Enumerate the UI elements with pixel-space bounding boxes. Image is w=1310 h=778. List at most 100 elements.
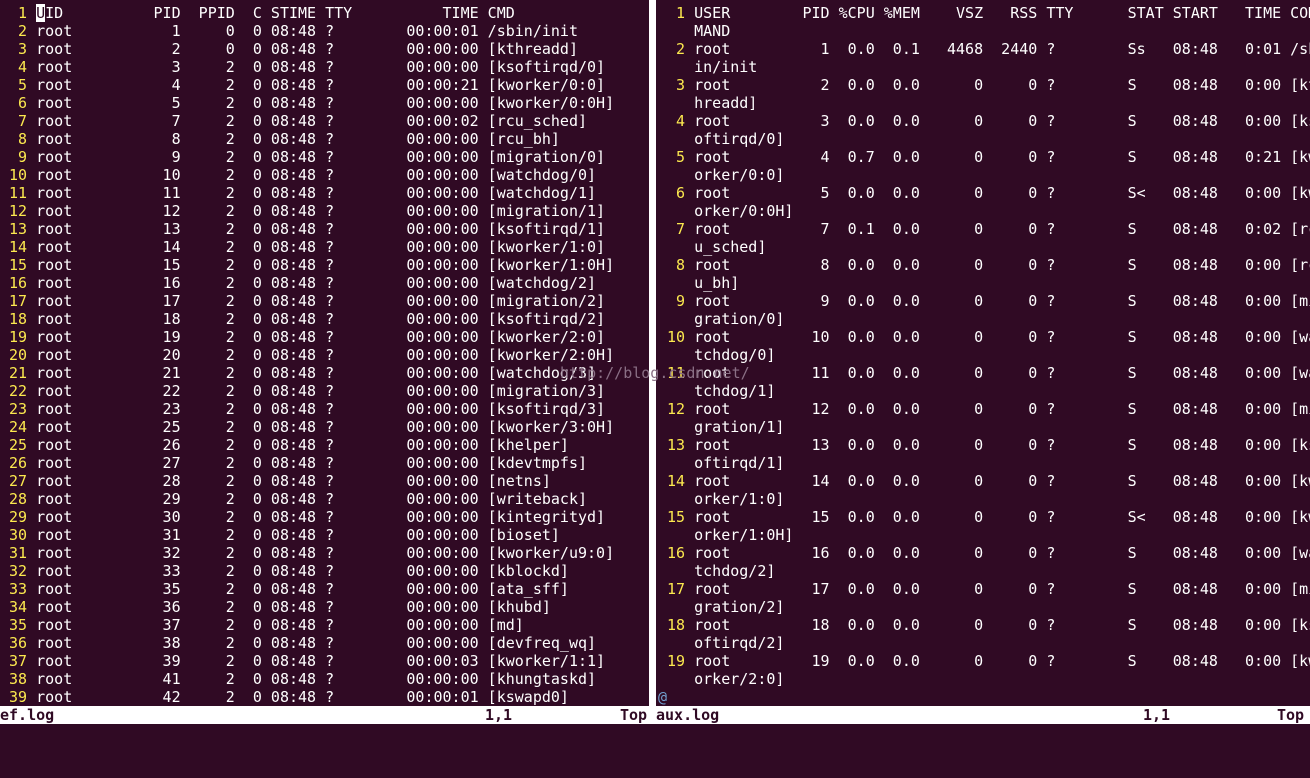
left-line[interactable]: 24 root 25 2 0 08:48 ? 00:00:00 [kworker… bbox=[0, 418, 648, 436]
left-line[interactable]: 35 root 37 2 0 08:48 ? 00:00:00 [md] bbox=[0, 616, 648, 634]
left-line[interactable]: 23 root 23 2 0 08:48 ? 00:00:00 [ksoftir… bbox=[0, 400, 648, 418]
right-filename: aux.log bbox=[656, 706, 720, 724]
left-line[interactable]: 30 root 31 2 0 08:48 ? 00:00:00 [bioset] bbox=[0, 526, 648, 544]
left-line[interactable]: 28 root 29 2 0 08:48 ? 00:00:00 [writeba… bbox=[0, 490, 648, 508]
left-line[interactable]: 25 root 26 2 0 08:48 ? 00:00:00 [khelper… bbox=[0, 436, 648, 454]
left-line[interactable]: 33 root 35 2 0 08:48 ? 00:00:00 [ata_sff… bbox=[0, 580, 648, 598]
right-line[interactable]: 9 root 9 0.0 0.0 0 0 ? S 08:48 0:00 [mi bbox=[658, 292, 1310, 310]
left-line-number: 35 bbox=[0, 616, 28, 634]
right-line[interactable]: 7 root 7 0.1 0.0 0 0 ? S 08:48 0:02 [rc bbox=[658, 220, 1310, 238]
right-line-text: orker/1:0H] bbox=[694, 526, 794, 544]
left-line[interactable]: 9 root 9 2 0 08:48 ? 00:00:00 [migration… bbox=[0, 148, 648, 166]
left-line[interactable]: 5 root 4 2 0 08:48 ? 00:00:21 [kworker/0… bbox=[0, 76, 648, 94]
right-line[interactable]: 6 root 5 0.0 0.0 0 0 ? S< 08:48 0:00 [kw bbox=[658, 184, 1310, 202]
left-line[interactable]: 31 root 32 2 0 08:48 ? 00:00:00 [kworker… bbox=[0, 544, 648, 562]
right-line[interactable]: tchdog/0] bbox=[658, 346, 1310, 364]
left-line[interactable]: 32 root 33 2 0 08:48 ? 00:00:00 [kblockd… bbox=[0, 562, 648, 580]
right-line[interactable]: orker/1:0H] bbox=[658, 526, 1310, 544]
left-line-number: 13 bbox=[0, 220, 28, 238]
left-line[interactable]: 1 UID PID PPID C STIME TTY TIME CMD bbox=[0, 4, 648, 22]
left-line[interactable]: 34 root 36 2 0 08:48 ? 00:00:00 [khubd] bbox=[0, 598, 648, 616]
left-line-number: 14 bbox=[0, 238, 28, 256]
left-line[interactable]: 17 root 17 2 0 08:48 ? 00:00:00 [migrati… bbox=[0, 292, 648, 310]
right-line[interactable]: gration/0] bbox=[658, 310, 1310, 328]
left-line[interactable]: 20 root 20 2 0 08:48 ? 00:00:00 [kworker… bbox=[0, 346, 648, 364]
right-line[interactable]: tchdog/2] bbox=[658, 562, 1310, 580]
left-line[interactable]: 10 root 10 2 0 08:48 ? 00:00:00 [watchdo… bbox=[0, 166, 648, 184]
right-line[interactable]: 11 root 11 0.0 0.0 0 0 ? S 08:48 0:00 [w… bbox=[658, 364, 1310, 382]
left-line[interactable]: 16 root 16 2 0 08:48 ? 00:00:00 [watchdo… bbox=[0, 274, 648, 292]
left-line[interactable]: 4 root 3 2 0 08:48 ? 00:00:00 [ksoftirqd… bbox=[0, 58, 648, 76]
right-line[interactable]: 17 root 17 0.0 0.0 0 0 ? S 08:48 0:00 [m… bbox=[658, 580, 1310, 598]
right-editor-pane[interactable]: 1 USER PID %CPU %MEM VSZ RSS TTY STAT ST… bbox=[658, 4, 1310, 706]
left-editor-pane[interactable]: 1 UID PID PPID C STIME TTY TIME CMD 2 ro… bbox=[0, 4, 648, 706]
right-line[interactable]: hreadd] bbox=[658, 94, 1310, 112]
right-line[interactable]: u_bh] bbox=[658, 274, 1310, 292]
left-line-number: 3 bbox=[0, 40, 28, 58]
right-line[interactable]: oftirqd/2] bbox=[658, 634, 1310, 652]
left-line[interactable]: 13 root 13 2 0 08:48 ? 00:00:00 [ksoftir… bbox=[0, 220, 648, 238]
left-line[interactable]: 2 root 1 0 0 08:48 ? 00:00:01 /sbin/init bbox=[0, 22, 648, 40]
right-line[interactable]: 8 root 8 0.0 0.0 0 0 ? S 08:48 0:00 [rc bbox=[658, 256, 1310, 274]
right-line[interactable]: in/init bbox=[658, 58, 1310, 76]
left-line[interactable]: 26 root 27 2 0 08:48 ? 00:00:00 [kdevtmp… bbox=[0, 454, 648, 472]
right-line[interactable]: oftirqd/0] bbox=[658, 130, 1310, 148]
right-line[interactable]: 14 root 14 0.0 0.0 0 0 ? S 08:48 0:00 [k… bbox=[658, 472, 1310, 490]
left-line[interactable]: 36 root 38 2 0 08:48 ? 00:00:00 [devfreq… bbox=[0, 634, 648, 652]
right-line[interactable]: 3 root 2 0.0 0.0 0 0 ? S 08:48 0:00 [kt bbox=[658, 76, 1310, 94]
left-line[interactable]: 14 root 14 2 0 08:48 ? 00:00:00 [kworker… bbox=[0, 238, 648, 256]
left-line[interactable]: 11 root 11 2 0 08:48 ? 00:00:00 [watchdo… bbox=[0, 184, 648, 202]
left-line-number: 27 bbox=[0, 472, 28, 490]
right-line[interactable]: orker/0:0] bbox=[658, 166, 1310, 184]
left-line[interactable]: 27 root 28 2 0 08:48 ? 00:00:00 [netns] bbox=[0, 472, 648, 490]
right-line-number: 3 bbox=[658, 76, 686, 94]
right-line[interactable]: gration/1] bbox=[658, 418, 1310, 436]
right-line[interactable]: 1 USER PID %CPU %MEM VSZ RSS TTY STAT ST… bbox=[658, 4, 1310, 22]
left-line[interactable]: 39 root 42 2 0 08:48 ? 00:00:01 [kswapd0… bbox=[0, 688, 648, 706]
left-line-number: 6 bbox=[0, 94, 28, 112]
right-line[interactable]: oftirqd/1] bbox=[658, 454, 1310, 472]
right-line[interactable]: orker/1:0] bbox=[658, 490, 1310, 508]
left-line[interactable]: 38 root 41 2 0 08:48 ? 00:00:00 [khungta… bbox=[0, 670, 648, 688]
right-line[interactable]: 15 root 15 0.0 0.0 0 0 ? S< 08:48 0:00 [… bbox=[658, 508, 1310, 526]
left-line[interactable]: 21 root 21 2 0 08:48 ? 00:00:00 [watchdo… bbox=[0, 364, 648, 382]
right-line-text: gration/2] bbox=[694, 598, 785, 616]
right-line-number: 8 bbox=[658, 256, 686, 274]
right-line[interactable]: orker/2:0] bbox=[658, 670, 1310, 688]
right-line-text: root 17 0.0 0.0 0 0 ? S 08:48 0:00 [mi bbox=[694, 580, 1310, 598]
right-line-text: root 15 0.0 0.0 0 0 ? S< 08:48 0:00 [kw bbox=[694, 508, 1310, 526]
right-line-number: 17 bbox=[658, 580, 686, 598]
left-line[interactable]: 7 root 7 2 0 08:48 ? 00:00:02 [rcu_sched… bbox=[0, 112, 648, 130]
right-line[interactable]: MAND bbox=[658, 22, 1310, 40]
left-line[interactable]: 18 root 18 2 0 08:48 ? 00:00:00 [ksoftir… bbox=[0, 310, 648, 328]
left-line-number: 21 bbox=[0, 364, 28, 382]
right-line[interactable]: 12 root 12 0.0 0.0 0 0 ? S 08:48 0:00 [m… bbox=[658, 400, 1310, 418]
right-line[interactable]: 16 root 16 0.0 0.0 0 0 ? S 08:48 0:00 [w… bbox=[658, 544, 1310, 562]
left-line[interactable]: 19 root 19 2 0 08:48 ? 00:00:00 [kworker… bbox=[0, 328, 648, 346]
left-line[interactable]: 22 root 22 2 0 08:48 ? 00:00:00 [migrati… bbox=[0, 382, 648, 400]
right-line[interactable]: u_sched] bbox=[658, 238, 1310, 256]
right-line[interactable]: 5 root 4 0.7 0.0 0 0 ? S 08:48 0:21 [kw bbox=[658, 148, 1310, 166]
right-line[interactable]: 2 root 1 0.0 0.1 4468 2440 ? Ss 08:48 0:… bbox=[658, 40, 1310, 58]
right-line[interactable]: 18 root 18 0.0 0.0 0 0 ? S 08:48 0:00 [k… bbox=[658, 616, 1310, 634]
left-line[interactable]: 15 root 15 2 0 08:48 ? 00:00:00 [kworker… bbox=[0, 256, 648, 274]
right-line-text: root 8 0.0 0.0 0 0 ? S 08:48 0:00 [rc bbox=[694, 256, 1310, 274]
right-line[interactable]: 10 root 10 0.0 0.0 0 0 ? S 08:48 0:00 [w… bbox=[658, 328, 1310, 346]
left-line[interactable]: 8 root 8 2 0 08:48 ? 00:00:00 [rcu_bh] bbox=[0, 130, 648, 148]
left-line-text: root 19 2 0 08:48 ? 00:00:00 [kworker/2:… bbox=[36, 328, 606, 346]
left-line[interactable]: 29 root 30 2 0 08:48 ? 00:00:00 [kintegr… bbox=[0, 508, 648, 526]
left-line[interactable]: 12 root 12 2 0 08:48 ? 00:00:00 [migrati… bbox=[0, 202, 648, 220]
vertical-split-divider[interactable] bbox=[649, 0, 656, 706]
right-line[interactable]: 13 root 13 0.0 0.0 0 0 ? S 08:48 0:00 [k… bbox=[658, 436, 1310, 454]
right-line[interactable]: tchdog/1] bbox=[658, 382, 1310, 400]
left-line[interactable]: 3 root 2 0 0 08:48 ? 00:00:00 [kthreadd] bbox=[0, 40, 648, 58]
right-line[interactable]: 4 root 3 0.0 0.0 0 0 ? S 08:48 0:00 [ks bbox=[658, 112, 1310, 130]
left-line[interactable]: 6 root 5 2 0 08:48 ? 00:00:00 [kworker/0… bbox=[0, 94, 648, 112]
right-line[interactable]: 19 root 19 0.0 0.0 0 0 ? S 08:48 0:00 [k… bbox=[658, 652, 1310, 670]
left-line-number: 8 bbox=[0, 130, 28, 148]
right-line-text: root 4 0.7 0.0 0 0 ? S 08:48 0:21 [kw bbox=[694, 148, 1310, 166]
right-line[interactable]: gration/2] bbox=[658, 598, 1310, 616]
left-line[interactable]: 37 root 39 2 0 08:48 ? 00:00:03 [kworker… bbox=[0, 652, 648, 670]
right-line[interactable]: orker/0:0H] bbox=[658, 202, 1310, 220]
right-line-number: 15 bbox=[658, 508, 686, 526]
